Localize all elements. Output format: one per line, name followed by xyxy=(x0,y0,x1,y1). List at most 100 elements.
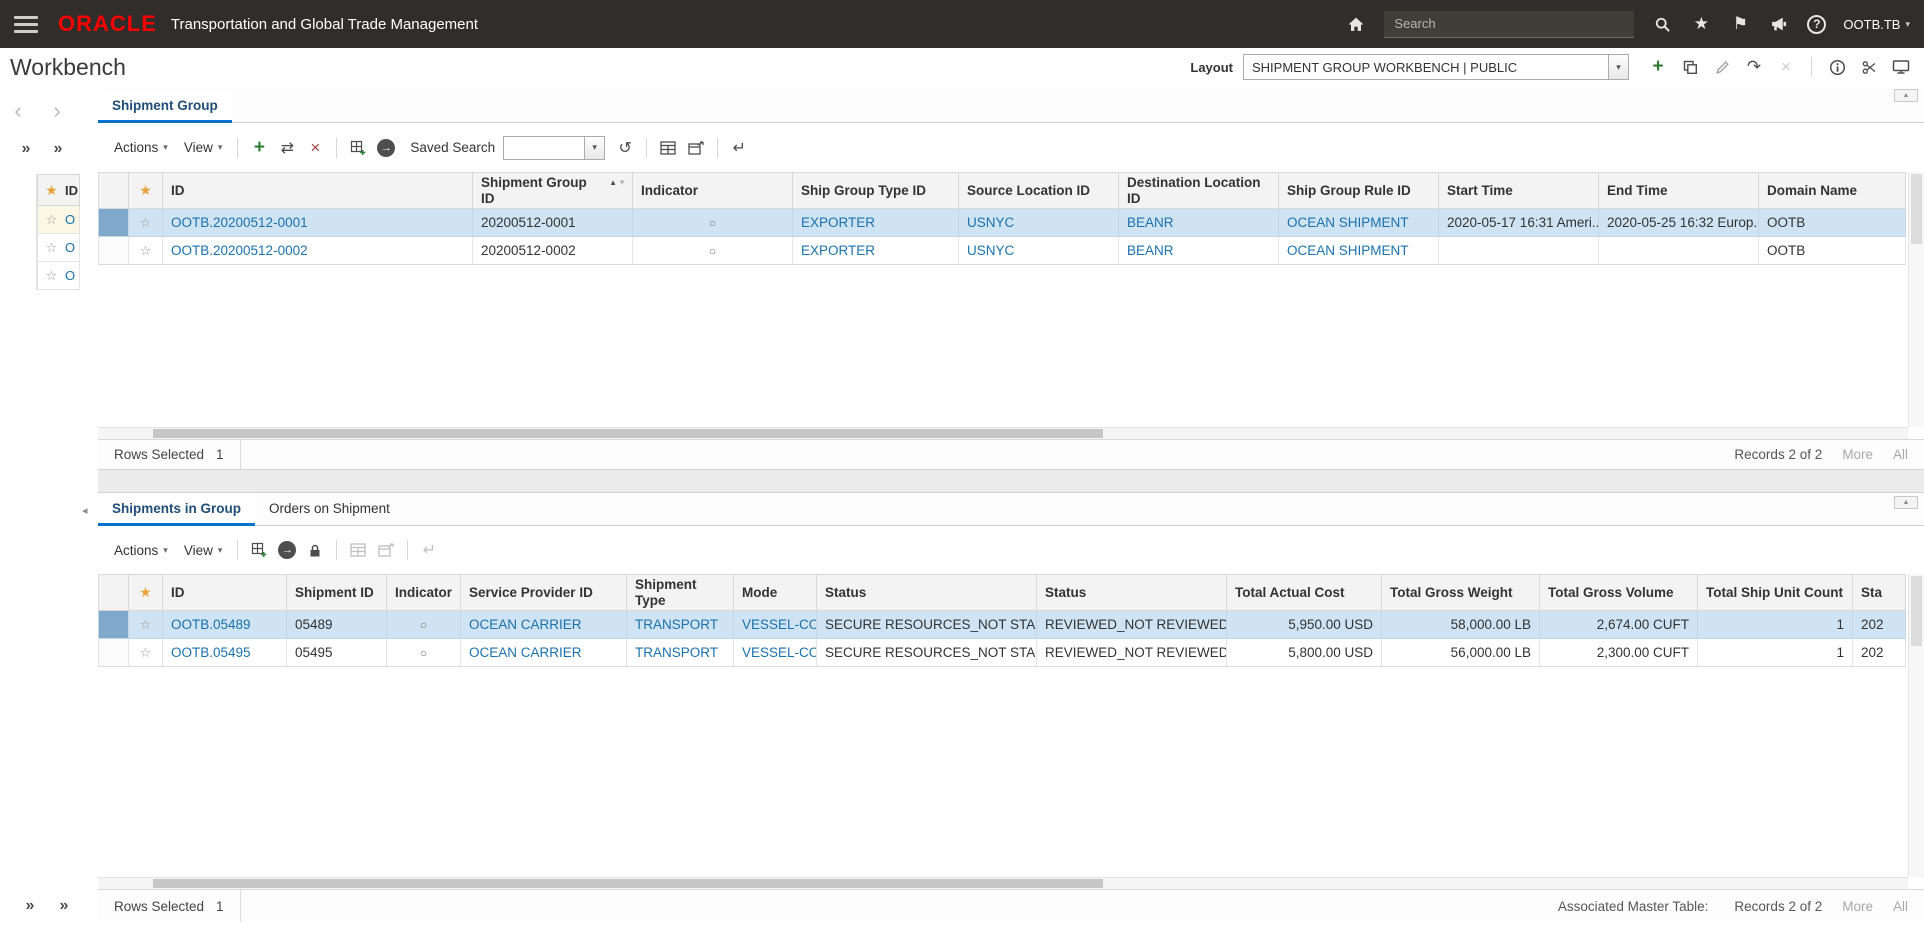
list-item[interactable]: ☆ O xyxy=(37,234,80,262)
column-header-indicator[interactable]: Indicator xyxy=(386,574,461,612)
nav-forward-button[interactable]: › xyxy=(44,98,70,124)
table-view-icon[interactable] xyxy=(344,537,372,563)
link-ship_group_rule_id[interactable]: OCEAN SHIPMENT xyxy=(1287,243,1409,258)
nav-back-button[interactable]: ‹ xyxy=(5,98,31,124)
tab-shipments-in-group[interactable]: Shipments in Group xyxy=(98,495,256,526)
favorite-star-icon[interactable]: ☆ xyxy=(38,212,65,228)
table-view-icon[interactable] xyxy=(654,135,682,161)
column-header-total-gross-volume[interactable]: Total Gross Volume xyxy=(1539,574,1698,612)
link-mode[interactable]: VESSEL-CO xyxy=(742,617,816,632)
column-header-status[interactable]: Status xyxy=(1036,574,1227,612)
column-header-service-provider-id[interactable]: Service Provider ID xyxy=(460,574,627,612)
link-shipment_type[interactable]: TRANSPORT xyxy=(635,617,718,632)
delete-record-button[interactable]: × xyxy=(301,135,329,161)
chevron-down-icon[interactable]: ▾ xyxy=(584,136,605,159)
delete-layout-button[interactable]: × xyxy=(1773,54,1799,80)
vertical-scrollbar[interactable] xyxy=(1908,574,1924,877)
grid-add-icon[interactable] xyxy=(245,537,273,563)
go-button[interactable]: → xyxy=(372,135,400,161)
table-row[interactable]: ☆ OOTB.20200512-0002 20200512-0002 ○ EXPORTE… xyxy=(98,236,1906,266)
column-header-mode[interactable]: Mode xyxy=(733,574,817,612)
column-header-indicator[interactable]: Indicator xyxy=(632,172,793,210)
more-link[interactable]: More xyxy=(1842,899,1873,914)
link-destination_location_id[interactable]: BEANR xyxy=(1127,215,1174,230)
column-header-end-time[interactable]: End Time xyxy=(1598,172,1759,210)
column-header-shipment-id[interactable]: Shipment ID xyxy=(286,574,387,612)
favorites-star-icon[interactable]: ★ xyxy=(1690,13,1712,35)
hamburger-menu-icon[interactable] xyxy=(14,15,38,33)
home-icon[interactable] xyxy=(1345,13,1367,35)
lock-icon[interactable] xyxy=(301,537,329,563)
column-header-status[interactable]: Status xyxy=(816,574,1037,612)
favorite-star-icon[interactable]: ☆ xyxy=(128,610,163,640)
column-header-start-time[interactable]: Start Time xyxy=(1438,172,1599,210)
redo-button[interactable]: ↷ xyxy=(1741,54,1767,80)
tab-scroll-left-icon[interactable]: ◂ xyxy=(82,504,88,517)
column-header-source-location-id[interactable]: Source Location ID xyxy=(958,172,1119,210)
more-link[interactable]: More xyxy=(1842,447,1873,462)
panel-splitter[interactable] xyxy=(98,469,1924,493)
row-selector[interactable] xyxy=(98,610,129,640)
edit-layout-button[interactable] xyxy=(1709,54,1735,80)
expand-panel-button[interactable]: » xyxy=(46,137,70,161)
horizontal-scrollbar[interactable] xyxy=(98,427,1908,439)
link-ship_group_rule_id[interactable]: OCEAN SHIPMENT xyxy=(1287,215,1409,230)
column-header-total-gross-weight[interactable]: Total Gross Weight xyxy=(1381,574,1540,612)
global-search-input[interactable] xyxy=(1384,10,1635,38)
flag-icon[interactable]: ⚑ xyxy=(1729,13,1751,35)
chevron-down-icon[interactable]: ▾ xyxy=(1608,55,1628,79)
favorite-star-icon[interactable]: ☆ xyxy=(38,268,65,284)
link-source_location_id[interactable]: USNYC xyxy=(967,215,1014,230)
link-id[interactable]: OOTB.05489 xyxy=(171,617,251,632)
scrollbar-thumb[interactable] xyxy=(153,879,1103,888)
layout-select[interactable]: SHIPMENT GROUP WORKBENCH | PUBLIC ▾ xyxy=(1243,54,1629,80)
link-id[interactable]: O xyxy=(65,212,75,227)
horizontal-scrollbar[interactable] xyxy=(98,877,1908,889)
expand-panel-button[interactable]: » xyxy=(52,894,76,918)
expand-panel-button[interactable]: » xyxy=(18,894,42,918)
column-header-shipment-type[interactable]: Shipment Type xyxy=(626,574,734,612)
list-item[interactable]: ☆ O xyxy=(37,206,80,234)
select-all-gutter[interactable] xyxy=(98,172,129,210)
column-header-ship-group-rule-id[interactable]: Ship Group Rule ID xyxy=(1278,172,1439,210)
column-header-total-ship-unit-count[interactable]: Total Ship Unit Count xyxy=(1697,574,1853,612)
monitor-icon[interactable] xyxy=(1888,54,1914,80)
add-record-button[interactable]: + xyxy=(245,135,273,161)
favorite-star-column-header[interactable]: ★ xyxy=(128,172,163,210)
view-menu[interactable]: View ▾ xyxy=(176,136,231,159)
column-header-ship-group-type-id[interactable]: Ship Group Type ID xyxy=(792,172,959,210)
table-row[interactable]: ☆ OOTB.05495 05495 ○ OCEAN CARRIER TRANSPORT V… xyxy=(98,638,1906,668)
grid-add-icon[interactable] xyxy=(344,135,372,161)
link-id[interactable]: OOTB.20200512-0001 xyxy=(171,215,308,230)
tab-shipment-group[interactable]: Shipment Group xyxy=(98,92,232,123)
user-menu[interactable]: OOTB.TB ▾ xyxy=(1843,17,1910,32)
help-icon[interactable]: ? xyxy=(1807,14,1827,34)
link-id[interactable]: O xyxy=(65,268,75,283)
link-service_provider_id[interactable]: OCEAN CARRIER xyxy=(469,617,582,632)
all-link[interactable]: All xyxy=(1893,447,1908,462)
link-ship_group_type_id[interactable]: EXPORTER xyxy=(801,243,875,258)
link-id[interactable]: O xyxy=(65,240,75,255)
expand-panel-button[interactable]: » xyxy=(14,137,38,161)
favorite-star-icon[interactable]: ☆ xyxy=(128,236,163,266)
list-item[interactable]: ☆ O xyxy=(37,262,80,290)
search-icon[interactable] xyxy=(1651,13,1673,35)
add-layout-button[interactable]: + xyxy=(1645,54,1671,80)
actions-menu[interactable]: Actions ▾ xyxy=(106,539,176,562)
column-header-domain-name[interactable]: Domain Name xyxy=(1758,172,1906,210)
link-id[interactable]: OOTB.20200512-0002 xyxy=(171,243,308,258)
link-mode[interactable]: VESSEL-CO xyxy=(742,645,816,660)
refresh-icon[interactable]: ↺ xyxy=(611,135,639,161)
favorite-star-column-header[interactable]: ★ xyxy=(128,574,163,612)
link-service_provider_id[interactable]: OCEAN CARRIER xyxy=(469,645,582,660)
column-header-total-actual-cost[interactable]: Total Actual Cost xyxy=(1226,574,1382,612)
enter-query-icon[interactable]: ↵ xyxy=(725,135,753,161)
detach-table-icon[interactable] xyxy=(682,135,710,161)
vertical-scrollbar[interactable] xyxy=(1908,172,1924,427)
scissors-icon[interactable] xyxy=(1856,54,1882,80)
copy-layout-button[interactable] xyxy=(1677,54,1703,80)
column-header-id[interactable]: ID xyxy=(162,172,473,210)
table-row[interactable]: ☆ OOTB.20200512-0001 20200512-0001 ○ EXPORTE… xyxy=(98,208,1906,238)
link-source_location_id[interactable]: USNYC xyxy=(967,243,1014,258)
all-link[interactable]: All xyxy=(1893,899,1908,914)
